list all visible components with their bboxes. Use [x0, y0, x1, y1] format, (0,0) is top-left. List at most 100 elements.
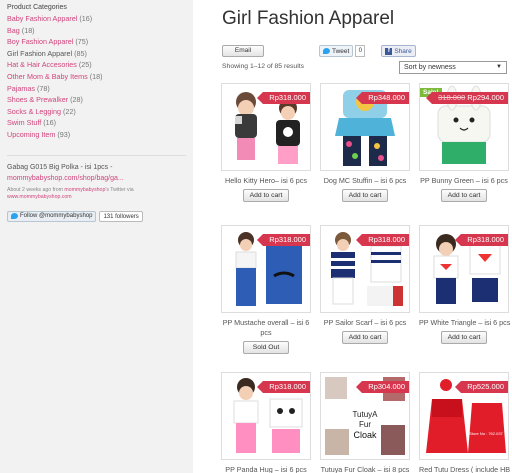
- add-to-cart-button[interactable]: Add to cart: [342, 331, 388, 344]
- price-tag: Rp348.000: [356, 92, 409, 104]
- category-link[interactable]: Upcoming Item: [7, 130, 55, 139]
- category-item[interactable]: Upcoming Item (93): [7, 129, 186, 141]
- price-tag: Rp318.000: [257, 92, 310, 104]
- category-item-current[interactable]: Girl Fashion Apparel (85): [7, 48, 186, 60]
- tweet-meta: About 2 weeks ago from mommybabyshop's T…: [7, 187, 186, 201]
- product-card[interactable]: Rp318.000 PP White Triangle – isi 6 pcs …: [419, 225, 510, 344]
- category-count: (93): [57, 129, 71, 139]
- category-item[interactable]: Bag (18): [7, 25, 186, 37]
- add-to-cart-button[interactable]: Add to cart: [243, 189, 289, 202]
- category-link[interactable]: Pajamas: [7, 84, 35, 93]
- category-count: (16): [79, 14, 93, 23]
- fur-cloak-line-2: Fur: [359, 420, 371, 429]
- twitter-bird-icon: [323, 48, 330, 54]
- product-card[interactable]: Store No : 762.037 Rp525.000 Red Tutu Dr…: [419, 372, 510, 473]
- category-count: (18): [89, 71, 103, 81]
- tweet-text: Gabag G015 Big Polka - isi 1pcs -: [7, 163, 113, 171]
- product-name[interactable]: PP Panda Hug – isi 6 pcs: [221, 465, 311, 473]
- product-image[interactable]: Rp318.000: [221, 225, 311, 313]
- product-image[interactable]: Rp348.000: [320, 83, 410, 171]
- category-item[interactable]: Pajamas (78): [7, 83, 186, 95]
- product-name[interactable]: PP Sailor Scarf – isi 6 pcs: [320, 318, 410, 328]
- price-tag: Rp318.000: [356, 234, 409, 246]
- tweet-link[interactable]: mommybabyshop.com/shop/bag/ga...: [7, 173, 186, 184]
- category-link[interactable]: Bag: [7, 26, 20, 35]
- category-link[interactable]: Socks & Legging: [7, 107, 61, 116]
- product-name[interactable]: Red Tutu Dress ( include HB: [419, 465, 510, 473]
- add-to-cart-button[interactable]: Add to cart: [441, 189, 487, 202]
- category-link[interactable]: Shoes & Prewalker: [7, 95, 68, 104]
- product-image[interactable]: Rp318.000: [221, 372, 311, 460]
- product-image[interactable]: TutuyA Fur Cloak Rp304.000: [320, 372, 410, 460]
- category-item[interactable]: Swim Stuff (16): [7, 117, 186, 129]
- price-tag: Rp318.000: [257, 234, 310, 246]
- category-count: (25): [78, 60, 92, 70]
- category-link[interactable]: Girl Fashion Apparel: [7, 49, 72, 58]
- category-item[interactable]: Shoes & Prewalker (28): [7, 94, 186, 106]
- product-card[interactable]: Sale! 318.000Rp294.000 PP Bunny Green – …: [419, 83, 509, 202]
- product-name[interactable]: Dog MC Stuffin – isi 6 pcs: [320, 176, 410, 186]
- sort-select[interactable]: Sort by newness ▼: [399, 61, 507, 74]
- category-item[interactable]: Boy Fashion Apparel (75): [7, 36, 186, 48]
- product-card[interactable]: Rp318.000 PP Panda Hug – isi 6 pcs: [221, 372, 311, 473]
- category-item[interactable]: Hat & Hair Accesories (25): [7, 59, 186, 71]
- product-image[interactable]: Store No : 762.037 Rp525.000: [419, 372, 509, 460]
- product-card[interactable]: TutuyA Fur Cloak Rp304.000 Tutuya Fur Cl…: [320, 372, 410, 473]
- sidebar: Product Categories Baby Fashion Apparel …: [0, 0, 193, 473]
- product-name[interactable]: PP White Triangle – isi 6 pcs: [419, 318, 510, 328]
- product-image[interactable]: Rp318.000: [320, 225, 410, 313]
- sidebar-title: Product Categories: [7, 4, 67, 11]
- add-to-cart-button[interactable]: Add to cart: [342, 189, 388, 202]
- sold-out-button[interactable]: Sold Out: [243, 341, 289, 354]
- product-card[interactable]: Rp318.000 Hello Kitty Hero– isi 6 pcs Ad…: [221, 83, 311, 202]
- product-image[interactable]: Sale! 318.000Rp294.000: [419, 83, 509, 171]
- category-item[interactable]: Socks & Legging (22): [7, 106, 186, 118]
- category-link[interactable]: Other Mom & Baby Items: [7, 72, 88, 81]
- product-image[interactable]: Rp318.000: [221, 83, 311, 171]
- price-tag: Rp318.000: [455, 234, 508, 246]
- tweet-meta-source[interactable]: www.mommybabyshop.com: [7, 194, 72, 200]
- product-name[interactable]: PP Mustache overall – isi 6 pcs: [221, 318, 311, 338]
- old-price: 318.000: [438, 93, 466, 102]
- category-link[interactable]: Hat & Hair Accesories: [7, 60, 77, 69]
- category-count: (22): [62, 106, 76, 116]
- store-number-text: Store No : 762.037: [469, 431, 503, 436]
- tweet-meta-prefix: About 2 weeks ago from: [7, 186, 65, 193]
- follow-label: Follow @mommybabyshop: [20, 213, 93, 220]
- fur-cloak-line-3: Cloak: [353, 430, 377, 440]
- followers-count: 131 followers: [99, 210, 143, 222]
- category-link[interactable]: Baby Fashion Apparel: [7, 14, 77, 23]
- product-card[interactable]: Rp318.000 PP Sailor Scarf – isi 6 pcs Ad…: [320, 225, 410, 344]
- email-share-button[interactable]: Email: [222, 45, 264, 57]
- product-image[interactable]: Rp318.000: [419, 225, 509, 313]
- category-link[interactable]: Swim Stuff: [7, 118, 41, 127]
- tweet-button[interactable]: Tweet: [319, 45, 354, 57]
- add-to-cart-button[interactable]: Add to cart: [441, 331, 487, 344]
- product-name[interactable]: Tutuya Fur Cloak – isi 8 pcs: [320, 465, 410, 473]
- category-item[interactable]: Baby Fashion Apparel (16): [7, 13, 186, 25]
- category-item[interactable]: Other Mom & Baby Items (18): [7, 71, 186, 83]
- follow-widget: Follow @mommybabyshop 131 followers: [7, 210, 186, 222]
- category-count: (78): [36, 83, 50, 93]
- chevron-down-icon: ▼: [496, 64, 502, 70]
- sidebar-divider: [7, 154, 186, 156]
- sort-select-value: Sort by newness: [404, 64, 456, 71]
- facebook-share-button[interactable]: f Share: [381, 45, 416, 57]
- tweet-meta-mid: 's Twitter via: [105, 186, 134, 193]
- product-name[interactable]: Hello Kitty Hero– isi 6 pcs: [221, 176, 311, 186]
- tweet-label: Tweet: [332, 47, 350, 55]
- product-name[interactable]: PP Bunny Green – isi 6 pcs: [419, 176, 509, 186]
- follow-button[interactable]: Follow @mommybabyshop: [7, 210, 97, 222]
- price-tag: 318.000 Rp294.000: [426, 92, 508, 104]
- facebook-icon: f: [385, 47, 393, 55]
- main-content: Girl Fashion Apparel Email Tweet 0 f Shar…: [193, 0, 512, 473]
- product-card[interactable]: Rp318.000 PP Mustache overall – isi 6 pc…: [221, 225, 311, 354]
- category-list: Baby Fashion Apparel (16) Bag (18) Boy F…: [7, 13, 186, 141]
- latest-tweet: Gabag G015 Big Polka - isi 1pcs - mommyb…: [7, 162, 186, 201]
- facebook-share-label: Share: [394, 47, 412, 55]
- category-count: (85): [74, 48, 87, 58]
- tweet-meta-user[interactable]: mommybabyshop: [64, 187, 105, 193]
- category-link[interactable]: Boy Fashion Apparel: [7, 37, 73, 46]
- sale-price: Rp294.000: [467, 93, 504, 102]
- product-card[interactable]: Rp348.000 Dog MC Stuffin – isi 6 pcs Add…: [320, 83, 410, 202]
